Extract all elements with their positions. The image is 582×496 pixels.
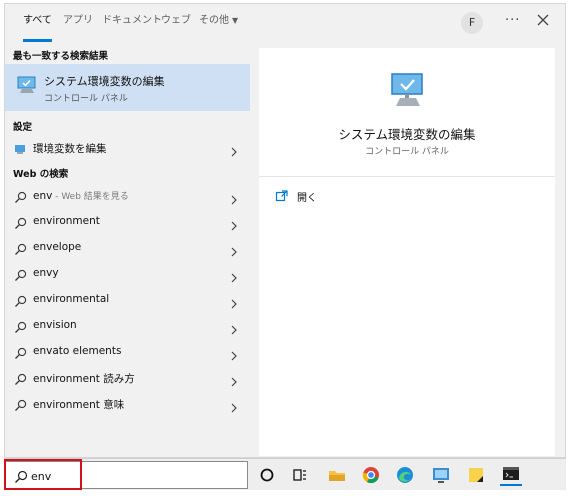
result-label: envelope <box>33 241 82 253</box>
search-highlight-box <box>4 459 82 490</box>
web-result[interactable]: environment 読み方 <box>5 365 250 390</box>
taskbar <box>4 458 566 490</box>
open-action-label: 開く <box>297 193 317 204</box>
tab-more[interactable]: その他 ▼ <box>199 4 238 42</box>
search-icon <box>14 371 27 390</box>
edge-icon[interactable] <box>394 464 416 486</box>
web-search-heading: Web の検索 <box>13 169 69 180</box>
chevron-right-icon <box>230 216 238 235</box>
tab-all[interactable]: すべて <box>23 4 52 42</box>
web-result[interactable]: environment <box>5 209 250 234</box>
search-icon <box>14 215 27 234</box>
detail-subtitle: コントロール パネル <box>365 147 449 157</box>
chrome-icon[interactable] <box>360 464 382 486</box>
search-icon <box>14 189 27 208</box>
web-result[interactable]: envy <box>5 261 250 286</box>
search-icon <box>14 241 27 260</box>
open-icon <box>275 190 288 202</box>
detail-title: システム環境変数の編集 <box>338 127 476 142</box>
tab-apps[interactable]: アプリ <box>63 4 93 42</box>
best-match-title: システム環境変数の編集 <box>44 75 165 88</box>
search-icon <box>14 293 27 312</box>
search-icon <box>14 267 27 286</box>
remote-desktop-icon[interactable] <box>430 464 452 486</box>
monitor-settings-icon <box>386 70 428 114</box>
chevron-right-icon <box>230 294 238 313</box>
cortana-icon[interactable] <box>256 464 278 486</box>
open-action[interactable]: 開く <box>275 188 317 208</box>
sticky-notes-icon[interactable] <box>465 464 487 486</box>
close-icon[interactable] <box>535 12 551 28</box>
tab-label: その他 <box>199 15 229 26</box>
result-label: env - Web 結果を見る <box>33 189 129 202</box>
chevron-right-icon <box>230 142 238 161</box>
chevron-right-icon <box>230 242 238 261</box>
chevron-right-icon <box>230 190 238 209</box>
search-icon <box>14 397 27 416</box>
tab-label: すべて <box>23 15 52 26</box>
web-result[interactable]: envelope <box>5 235 250 260</box>
web-result[interactable]: env - Web 結果を見る <box>5 183 250 208</box>
result-label: envision <box>33 319 77 331</box>
best-match-result[interactable]: システム環境変数の編集 コントロール パネル <box>5 64 250 111</box>
result-label: envato elements <box>33 345 122 357</box>
results-list: 最も一致する検索結果 システム環境変数の編集 コントロール パネル 設定 環境変… <box>5 42 251 458</box>
monitor-settings-icon <box>16 74 38 100</box>
best-match-subtitle: コントロール パネル <box>44 94 128 104</box>
terminal-icon[interactable] <box>500 464 522 486</box>
web-result[interactable]: environment 意味 <box>5 391 250 416</box>
settings-app-icon <box>14 141 28 160</box>
tab-label: ウェブ <box>161 15 191 26</box>
result-preview-pane: システム環境変数の編集 コントロール パネル 開く <box>259 48 555 456</box>
chevron-right-icon <box>230 398 238 417</box>
result-label: 環境変数を編集 <box>33 143 107 155</box>
query-hint: - Web 結果を見る <box>52 192 129 202</box>
search-icon <box>14 345 27 364</box>
chevron-down-icon: ▼ <box>232 16 239 25</box>
tab-documents[interactable]: ドキュメント <box>102 4 162 42</box>
settings-heading: 設定 <box>13 122 33 133</box>
web-result[interactable]: envision <box>5 313 250 338</box>
web-result[interactable]: envato elements <box>5 339 250 364</box>
account-avatar[interactable]: F <box>461 12 483 34</box>
best-match-heading: 最も一致する検索結果 <box>13 51 109 62</box>
result-label: environment 意味 <box>33 399 125 411</box>
task-view-icon[interactable] <box>289 464 311 486</box>
chevron-right-icon <box>230 320 238 339</box>
result-label: environmental <box>33 293 110 305</box>
tab-label: アプリ <box>63 15 93 26</box>
tab-web[interactable]: ウェブ <box>161 4 191 42</box>
chevron-right-icon <box>230 372 238 391</box>
settings-item-edit-env[interactable]: 環境変数を編集 <box>5 135 250 160</box>
search-icon <box>14 319 27 338</box>
result-label: environment 読み方 <box>33 373 135 385</box>
chevron-right-icon <box>230 268 238 287</box>
more-options-button[interactable]: ··· <box>505 13 520 28</box>
result-label: envy <box>33 267 59 279</box>
start-search-panel: すべて アプリ ドキュメント ウェブ その他 ▼ F ··· 最も一致する検索結果… <box>4 3 566 458</box>
search-filter-bar: すべて アプリ ドキュメント ウェブ その他 ▼ F ··· <box>5 4 567 42</box>
tab-label: ドキュメント <box>102 15 162 26</box>
result-label: environment <box>33 215 100 227</box>
chevron-right-icon <box>230 346 238 365</box>
query-text: env <box>33 190 53 202</box>
file-explorer-icon[interactable] <box>326 464 348 486</box>
divider <box>259 176 555 177</box>
web-result[interactable]: environmental <box>5 287 250 312</box>
